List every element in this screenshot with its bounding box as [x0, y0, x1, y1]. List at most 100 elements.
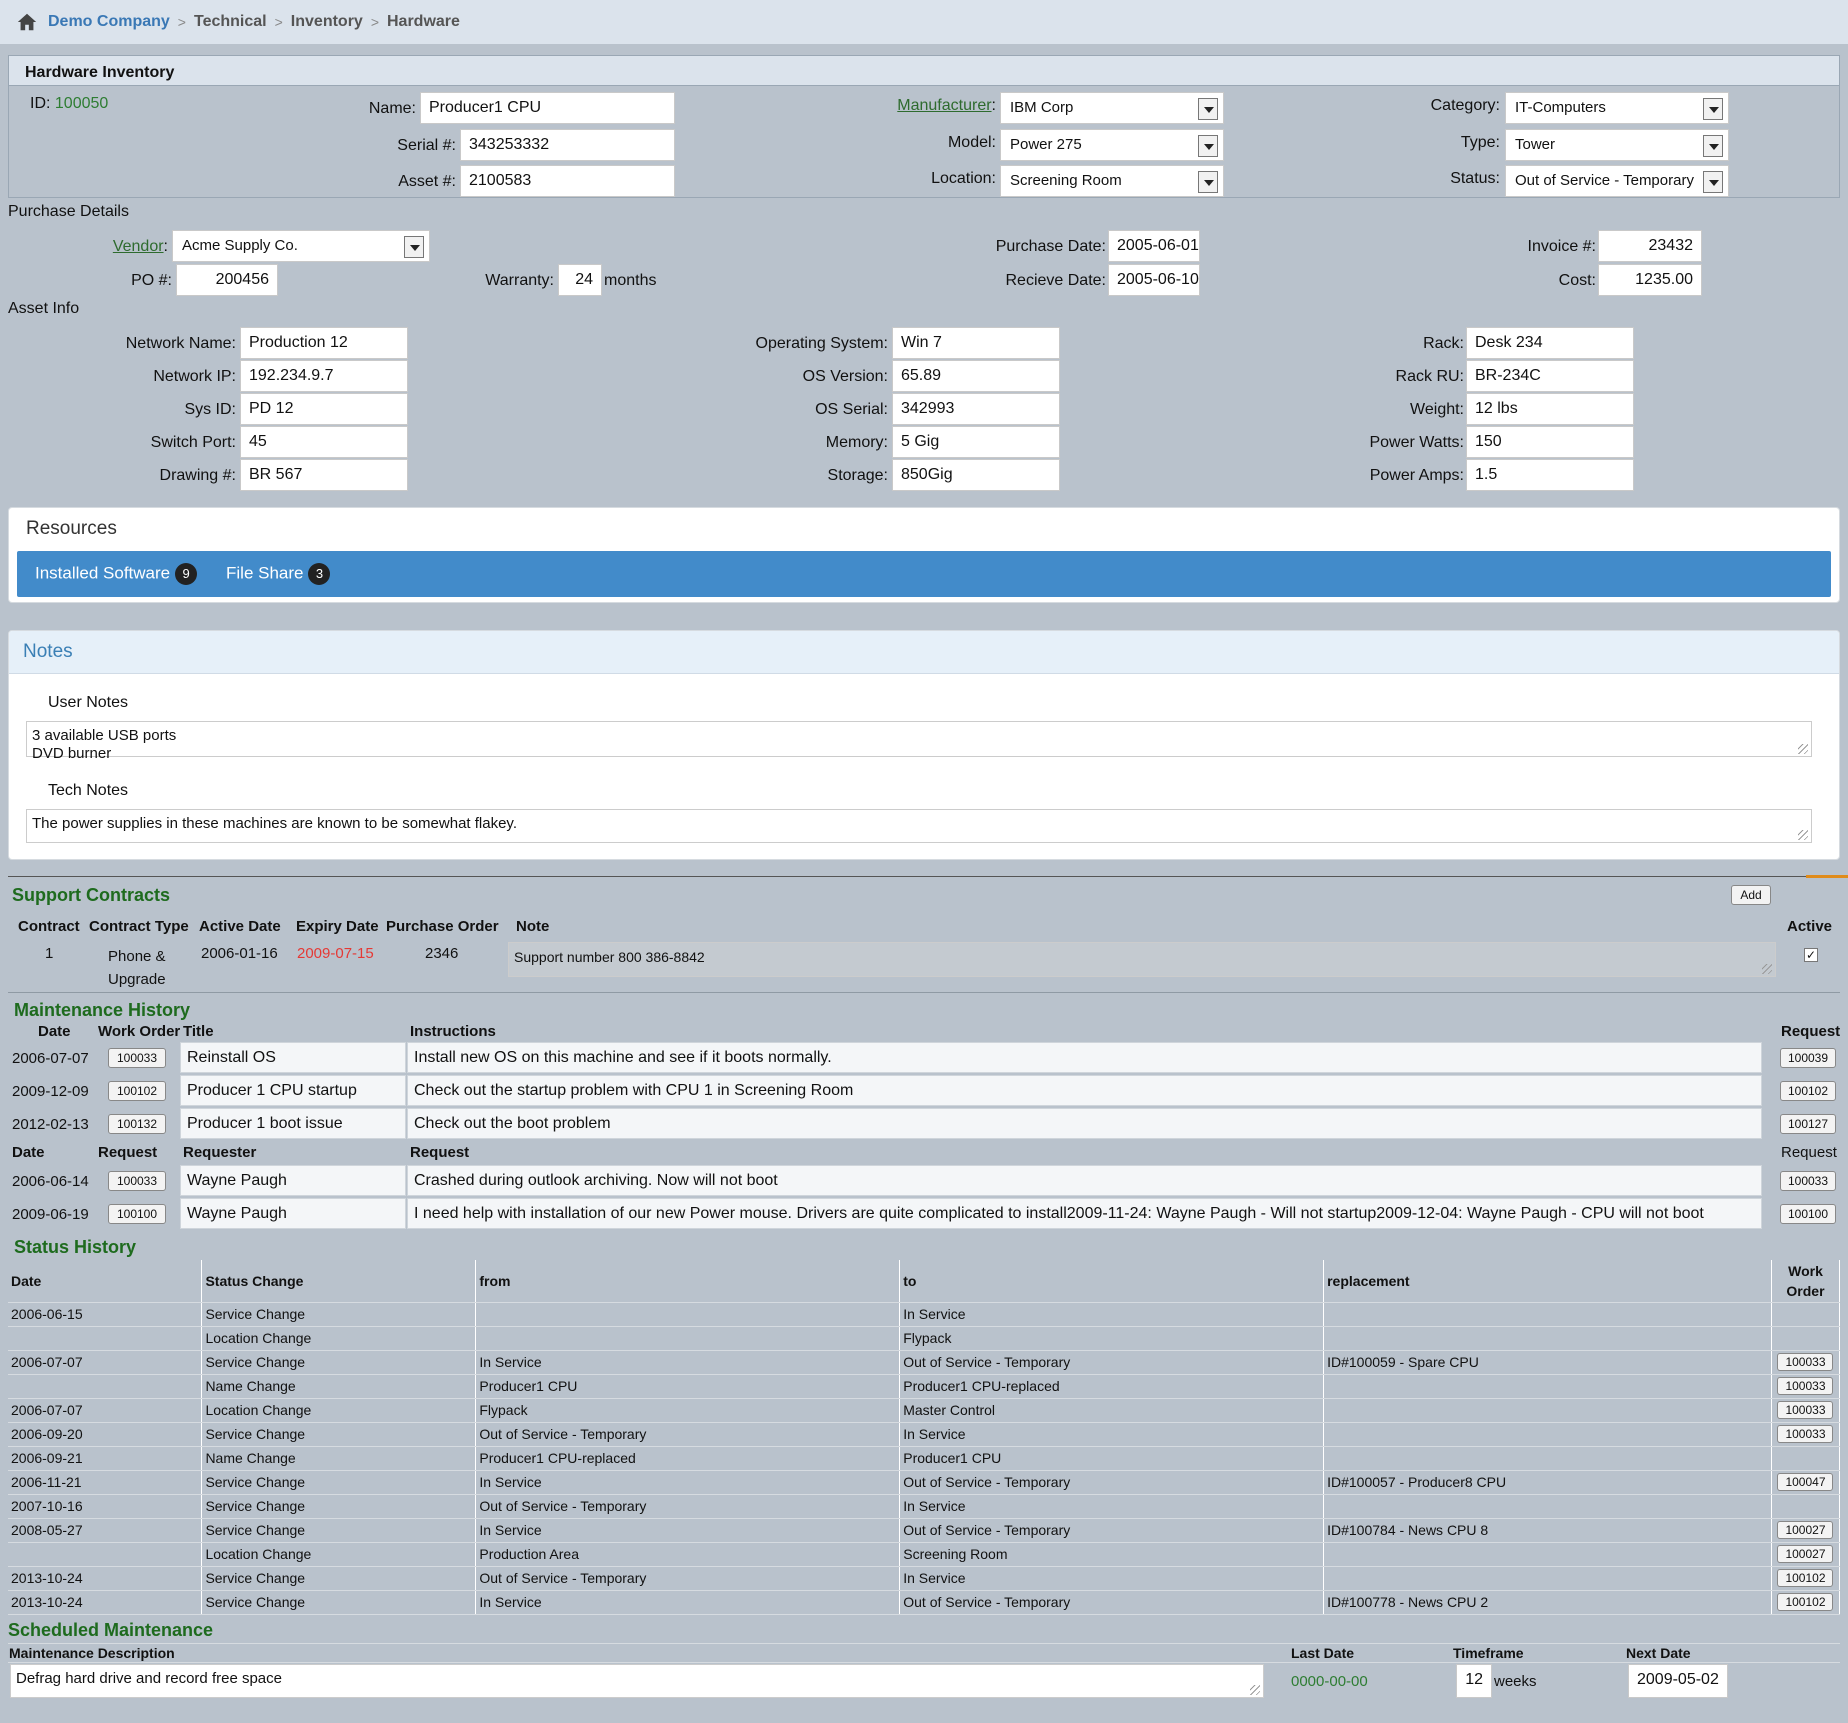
chevron-down-icon[interactable]: [1703, 98, 1723, 120]
status-replacement: ID#100057 - Producer8 CPU: [1323, 1470, 1772, 1495]
maintenance-description-textarea[interactable]: Defrag hard drive and record free space: [10, 1664, 1264, 1698]
work-order-button[interactable]: 100102: [1777, 1569, 1834, 1587]
chevron-down-icon[interactable]: [404, 236, 424, 258]
work-order-button[interactable]: 100027: [1777, 1545, 1834, 1563]
breadcrumb-technical[interactable]: Technical: [194, 13, 267, 31]
request-button[interactable]: 100127: [1780, 1114, 1836, 1134]
asset-field-input[interactable]: 5 Gig: [892, 426, 1060, 458]
breadcrumb-separator: >: [274, 14, 283, 30]
maintenance-instructions-field[interactable]: Check out the startup problem with CPU 1…: [407, 1075, 1762, 1106]
status-from: [475, 1302, 901, 1327]
request-text-field[interactable]: I need help with installation of our new…: [407, 1198, 1762, 1229]
maintenance-instructions-field[interactable]: Install new OS on this machine and see i…: [407, 1042, 1762, 1073]
asset-field-input[interactable]: BR 567: [240, 459, 408, 491]
requester-field[interactable]: Wayne Paugh: [180, 1165, 406, 1196]
asset-field-input[interactable]: BR-234C: [1466, 360, 1634, 392]
resize-grip-icon[interactable]: [1762, 964, 1772, 974]
chevron-down-icon[interactable]: [1198, 171, 1218, 193]
breadcrumb-company[interactable]: Demo Company: [48, 13, 170, 31]
request-button[interactable]: 100100: [108, 1204, 166, 1224]
active-checkbox[interactable]: ✓: [1804, 948, 1818, 962]
location-select[interactable]: Screening Room: [1000, 165, 1224, 197]
name-field[interactable]: Producer1 CPU: [420, 92, 675, 124]
maintenance-title-field[interactable]: Reinstall OS: [180, 1042, 406, 1073]
work-order-button[interactable]: 100033: [108, 1048, 166, 1068]
request-button[interactable]: 100100: [1780, 1204, 1836, 1224]
chevron-down-icon[interactable]: [1703, 135, 1723, 157]
serial-field[interactable]: 343253332: [460, 129, 675, 161]
asset-field-input[interactable]: Production 12: [240, 327, 408, 359]
status-work-order: [1771, 1494, 1841, 1519]
asset-field-input[interactable]: 45: [240, 426, 408, 458]
chevron-down-icon[interactable]: [1198, 98, 1218, 120]
asset-field-input[interactable]: Desk 234: [1466, 327, 1634, 359]
asset-field-input[interactable]: 150: [1466, 426, 1634, 458]
status-work-order: [1771, 1326, 1841, 1351]
request-button[interactable]: 100039: [1780, 1048, 1836, 1068]
asset-field-input[interactable]: 850Gig: [892, 459, 1060, 491]
status-replacement: [1323, 1326, 1772, 1351]
vendor-select[interactable]: Acme Supply Co.: [172, 230, 430, 262]
work-order-button[interactable]: 100047: [1777, 1473, 1834, 1491]
home-icon[interactable]: [16, 11, 38, 33]
resize-grip-icon[interactable]: [1798, 744, 1808, 754]
work-order-button[interactable]: 100132: [108, 1114, 166, 1134]
warranty-field[interactable]: 24: [558, 264, 602, 296]
resize-grip-icon[interactable]: [1250, 1685, 1260, 1695]
maintenance-title-field[interactable]: Producer 1 CPU startup: [180, 1075, 406, 1106]
asset-field-input[interactable]: 342993: [892, 393, 1060, 425]
asset-field-input[interactable]: PD 12: [240, 393, 408, 425]
work-order-button[interactable]: 100033: [1777, 1425, 1834, 1443]
asset-field-input[interactable]: 12 lbs: [1466, 393, 1634, 425]
invoice-field[interactable]: 23432: [1598, 230, 1702, 262]
maintenance-title-field[interactable]: Producer 1 boot issue: [180, 1108, 406, 1139]
asset-field-input[interactable]: 65.89: [892, 360, 1060, 392]
asset-field-input[interactable]: 192.234.9.7: [240, 360, 408, 392]
request-button[interactable]: 100033: [1780, 1171, 1836, 1191]
asset-field-input[interactable]: Win 7: [892, 327, 1060, 359]
work-order-button[interactable]: 100102: [108, 1081, 166, 1101]
requester-field[interactable]: Wayne Paugh: [180, 1198, 406, 1229]
po-field[interactable]: 200456: [176, 264, 278, 296]
work-order-button[interactable]: 100033: [1777, 1377, 1834, 1395]
work-order-button[interactable]: 100102: [1777, 1593, 1834, 1611]
status-replacement: ID#100784 - News CPU 8: [1323, 1518, 1772, 1543]
status-work-order: 100027: [1771, 1542, 1841, 1567]
contract-note-textarea[interactable]: Support number 800 386-8842: [508, 942, 1776, 977]
tab-installed-software[interactable]: Installed Software 9: [35, 563, 198, 585]
resize-grip-icon[interactable]: [1798, 830, 1808, 840]
status-change: Service Change: [201, 1470, 477, 1495]
purchase-date-field[interactable]: 2005-06-01: [1108, 230, 1200, 262]
status-to: Master Control: [899, 1398, 1325, 1423]
request-button[interactable]: 100033: [108, 1171, 166, 1191]
status-change: Service Change: [201, 1566, 477, 1591]
work-order-button[interactable]: 100027: [1777, 1521, 1834, 1539]
table-row: 2008-05-27 Service Change In Service Out of…: [8, 1518, 1841, 1543]
asset-field[interactable]: 2100583: [460, 165, 675, 197]
user-notes-textarea[interactable]: 3 available USB ports DVD burner: [26, 721, 1812, 762]
status-select[interactable]: Out of Service - Temporary: [1505, 165, 1729, 197]
asset-field-input[interactable]: 1.5: [1466, 459, 1634, 491]
maintenance-instructions-field[interactable]: Check out the boot problem: [407, 1108, 1762, 1139]
next-date-field[interactable]: 2009-05-02: [1628, 1664, 1728, 1698]
request-button[interactable]: 100102: [1780, 1081, 1836, 1101]
add-contract-button[interactable]: Add: [1731, 885, 1771, 905]
tab-file-share[interactable]: File Share 3: [226, 563, 331, 585]
breadcrumb-inventory[interactable]: Inventory: [291, 13, 363, 31]
type-select[interactable]: Tower: [1505, 129, 1729, 161]
manufacturer-select[interactable]: IBM Corp: [1000, 92, 1224, 124]
tech-notes-textarea[interactable]: The power supplies in these machines are…: [26, 809, 1812, 843]
status-replacement: [1323, 1422, 1772, 1447]
vendor-link[interactable]: Vendor: [113, 238, 164, 255]
receive-date-field[interactable]: 2005-06-10: [1108, 264, 1200, 296]
chevron-down-icon[interactable]: [1703, 171, 1723, 193]
request-text-field[interactable]: Crashed during outlook archiving. Now wi…: [407, 1165, 1762, 1196]
work-order-button[interactable]: 100033: [1777, 1401, 1834, 1419]
timeframe-field[interactable]: 12: [1456, 1664, 1492, 1698]
category-select[interactable]: IT-Computers: [1505, 92, 1729, 124]
manufacturer-link[interactable]: Manufacturer: [897, 97, 991, 114]
cost-field[interactable]: 1235.00: [1598, 264, 1702, 296]
work-order-button[interactable]: 100033: [1777, 1353, 1834, 1371]
chevron-down-icon[interactable]: [1198, 135, 1218, 157]
model-select[interactable]: Power 275: [1000, 129, 1224, 161]
